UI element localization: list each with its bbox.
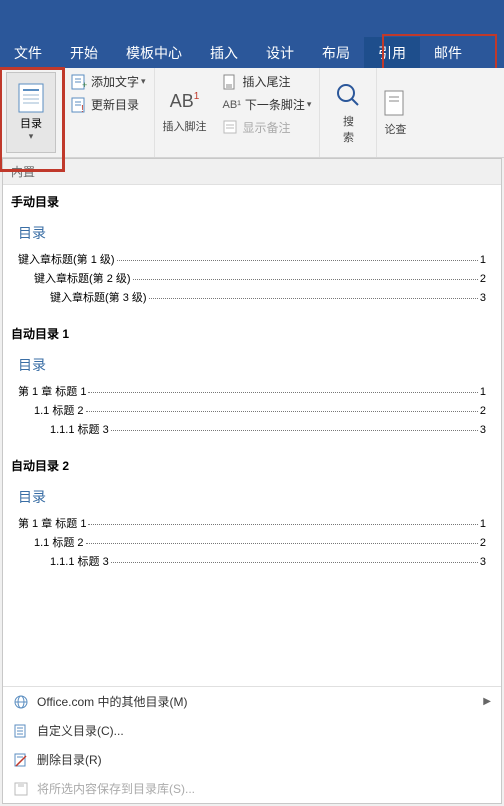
toc-icon [18, 83, 44, 113]
svg-text:!: ! [81, 104, 84, 113]
custom-toc-icon [13, 723, 29, 739]
toc-l3: 1.1.1 标题 3 [50, 421, 109, 437]
remove-toc[interactable]: 删除目录(R) [3, 745, 501, 774]
ribbon: 目录 ▾ + 添加文字▾ ! 更新目录 AB1 插入脚注 插入尾注 AB¹ 下一… [0, 68, 504, 158]
next-footnote-button[interactable]: AB¹ 下一条脚注▾ [219, 93, 316, 116]
auto-toc-1-label: 自动目录 1 [3, 317, 501, 346]
preview-title: 目录 [18, 355, 486, 375]
toc-l2: 1.1 标题 2 [34, 402, 84, 418]
insert-endnote-button[interactable]: 插入尾注 [219, 70, 316, 93]
toc-l1: 第 1 章 标题 1 [18, 515, 86, 531]
tab-file[interactable]: 文件 [0, 37, 56, 69]
save-to-gallery: 将所选内容保存到目录库(S)... [3, 774, 501, 803]
toc-l2: 键入章标题(第 2 级) [34, 270, 131, 286]
tab-mail[interactable]: 邮件 [420, 37, 476, 69]
chevron-down-icon: ▾ [141, 76, 146, 87]
toc-button[interactable]: 目录 ▾ [6, 72, 56, 153]
tab-design[interactable]: 设计 [252, 37, 308, 69]
lookup-label: 论查 [384, 121, 406, 137]
save-to-gallery-label: 将所选内容保存到目录库(S)... [37, 780, 195, 797]
chevron-down-icon: ▾ [307, 99, 312, 110]
update-toc-label: 更新目录 [91, 96, 139, 113]
svg-text:+: + [82, 80, 87, 90]
toc-pg: 2 [480, 405, 486, 417]
chevron-right-icon: ▶ [483, 696, 491, 707]
show-notes-label: 显示备注 [243, 119, 291, 136]
search-button[interactable]: 搜 索 [320, 68, 376, 157]
insert-endnote-label: 插入尾注 [243, 73, 291, 90]
custom-toc[interactable]: 自定义目录(C)... [3, 716, 501, 745]
next-footnote-label: 下一条脚注 [245, 96, 305, 113]
remove-toc-icon [13, 752, 29, 768]
toc-pg: 1 [480, 518, 486, 530]
toc-pg: 3 [480, 556, 486, 568]
show-notes-icon [223, 120, 239, 136]
toc-l3: 1.1.1 标题 3 [50, 553, 109, 569]
show-notes-button: 显示备注 [219, 116, 316, 139]
ribbon-tabs: 文件 开始 模板中心 插入 设计 布局 引用 邮件 [0, 38, 504, 68]
gallery-header-builtin: 内置 [3, 159, 501, 185]
endnote-icon [223, 74, 239, 90]
toc-pg: 1 [480, 386, 486, 398]
preview-title: 目录 [18, 487, 486, 507]
office-more-toc[interactable]: Office.com 中的其他目录(M) ▶ [3, 687, 501, 716]
insert-footnote-button[interactable]: AB1 插入脚注 [155, 68, 215, 157]
search-label-1: 搜 [343, 113, 354, 129]
office-more-label: Office.com 中的其他目录(M) [37, 693, 187, 710]
manual-toc-option[interactable]: 目录 键入章标题(第 1 级) 1 键入章标题(第 2 级) 2 键入章标题(第 3… [9, 216, 495, 315]
toc-l1: 第 1 章 标题 1 [18, 383, 86, 399]
search-icon [334, 81, 362, 109]
remove-toc-label: 删除目录(R) [37, 751, 102, 768]
toc-pg: 3 [480, 292, 486, 304]
auto-toc-2-option[interactable]: 目录 第 1 章 标题 1 1 1.1 标题 2 2 1.1.1 标题 3 3 [9, 480, 495, 579]
manual-toc-label: 手动目录 [3, 185, 501, 214]
ribbon-group-footnotes: 插入尾注 AB¹ 下一条脚注▾ 显示备注 [215, 68, 320, 157]
chevron-down-icon: ▾ [29, 131, 34, 142]
footnote-icon: AB1 [170, 91, 200, 112]
add-text-icon: + [71, 74, 87, 90]
search-label-2: 索 [343, 129, 354, 145]
toc-l2: 1.1 标题 2 [34, 534, 84, 550]
globe-icon [13, 694, 29, 710]
auto-toc-2-label: 自动目录 2 [3, 449, 501, 478]
update-toc-button[interactable]: ! 更新目录 [67, 93, 150, 116]
tab-insert[interactable]: 插入 [196, 37, 252, 69]
preview-title: 目录 [18, 223, 486, 243]
tab-references[interactable]: 引用 [364, 37, 420, 69]
toc-pg: 3 [480, 424, 486, 436]
tab-home[interactable]: 开始 [56, 37, 112, 69]
ribbon-group-toc-options: + 添加文字▾ ! 更新目录 [63, 68, 154, 157]
toc-gallery-dropdown: 内置 手动目录 目录 键入章标题(第 1 级) 1 键入章标题(第 2 级) 2 键… [2, 158, 502, 804]
save-icon [13, 781, 29, 797]
update-toc-icon: ! [71, 97, 87, 113]
toc-pg: 2 [480, 273, 486, 285]
auto-toc-1-option[interactable]: 目录 第 1 章 标题 1 1 1.1 标题 2 2 1.1.1 标题 3 3 [9, 348, 495, 447]
toc-l1: 键入章标题(第 1 级) [18, 251, 115, 267]
toc-label: 目录 [20, 115, 42, 131]
ribbon-group-toc: 目录 ▾ [0, 68, 63, 157]
title-bar: 文件 开始 模板中心 插入 设计 布局 引用 邮件 [0, 0, 504, 68]
tab-template[interactable]: 模板中心 [112, 37, 196, 69]
custom-toc-label: 自定义目录(C)... [37, 722, 124, 739]
gallery-footer: Office.com 中的其他目录(M) ▶ 自定义目录(C)... 删除目录(… [3, 686, 501, 803]
toc-pg: 2 [480, 537, 486, 549]
toc-pg: 1 [480, 254, 486, 266]
add-text-label: 添加文字 [91, 73, 139, 90]
book-icon [383, 89, 407, 117]
tab-layout[interactable]: 布局 [308, 37, 364, 69]
insert-footnote-label: 插入脚注 [163, 118, 207, 134]
add-text-button[interactable]: + 添加文字▾ [67, 70, 150, 93]
lookup-button[interactable]: 论查 [377, 68, 413, 157]
toc-l3: 键入章标题(第 3 级) [50, 289, 147, 305]
next-footnote-icon: AB¹ [223, 99, 241, 111]
